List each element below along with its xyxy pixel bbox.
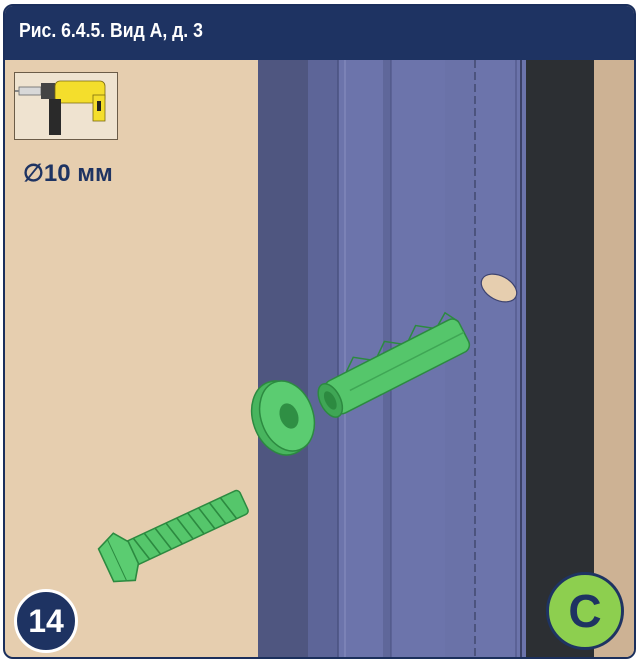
- step-number-badge: 14: [14, 589, 78, 653]
- drill-diameter-label: ∅10 мм: [23, 160, 113, 187]
- drill-tool-box: [13, 72, 118, 140]
- dark-gap: [526, 60, 594, 657]
- profile-shadow-left: [258, 60, 308, 657]
- variant-letter: C: [568, 585, 602, 637]
- step-number: 14: [28, 602, 64, 639]
- assembly-illustration: [97, 60, 634, 657]
- variant-letter-badge: C: [546, 572, 624, 650]
- hex-screw: [97, 489, 249, 583]
- right-wall: [594, 60, 634, 657]
- figure-frame: Рис. 6.4.5. Вид А, д. 3 ∅10 мм 14 C: [3, 4, 636, 659]
- profile-rib-1: [308, 60, 338, 657]
- figure-title: Рис. 6.4.5. Вид А, д. 3: [19, 20, 203, 42]
- figure-header: Рис. 6.4.5. Вид А, д. 3: [5, 6, 634, 60]
- drill-icon: [13, 80, 106, 135]
